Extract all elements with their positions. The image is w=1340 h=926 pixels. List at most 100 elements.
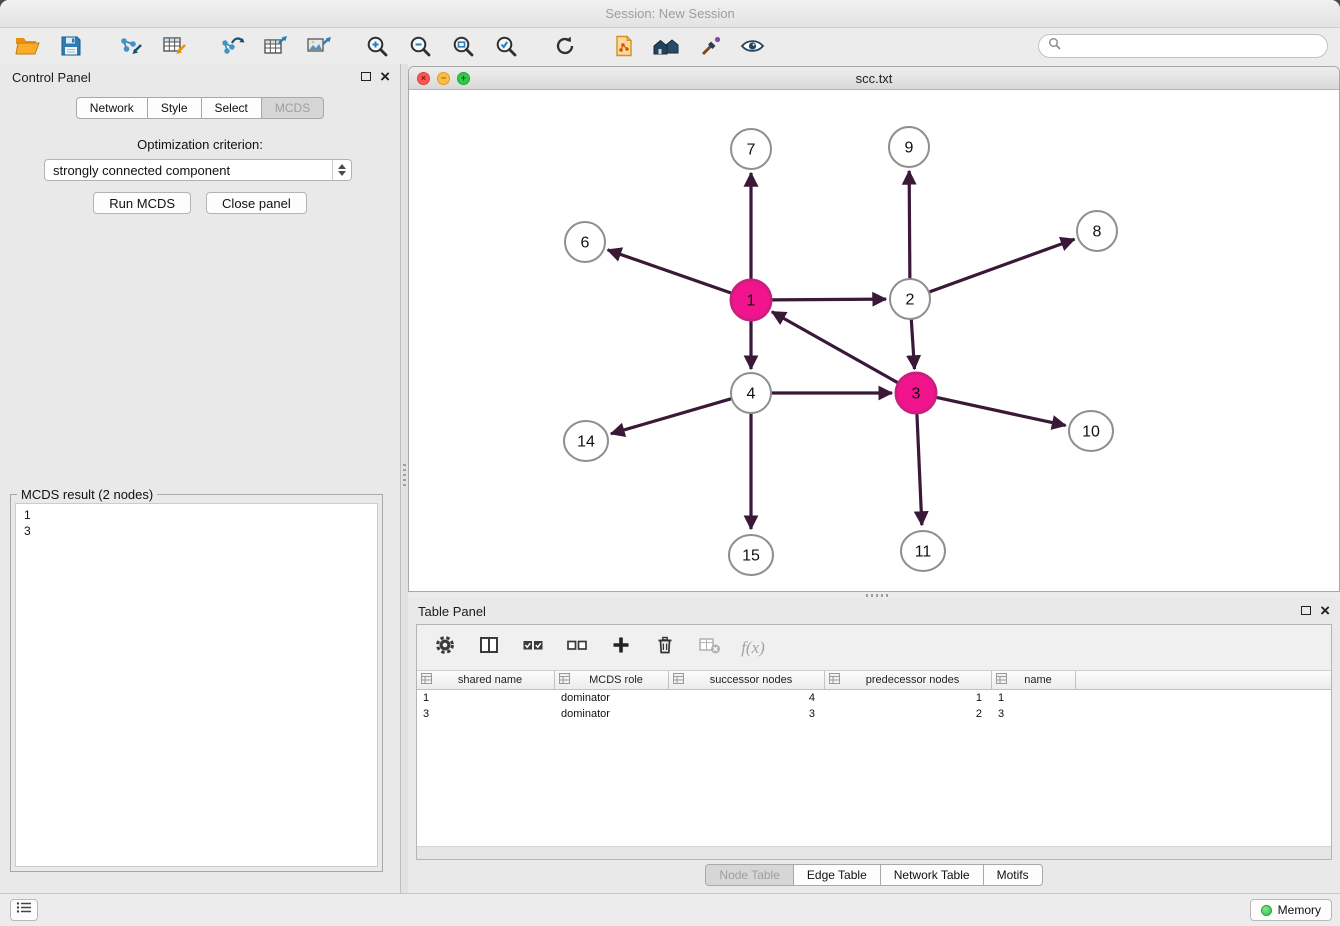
function-builder-button[interactable]: f(x) xyxy=(737,633,769,663)
table-cell[interactable]: 3 xyxy=(669,706,825,722)
graph-edge-4-14[interactable] xyxy=(611,399,732,434)
save-session-button[interactable] xyxy=(49,30,92,62)
select-all-icon xyxy=(522,634,545,661)
tab-network[interactable]: Network xyxy=(76,97,148,119)
column-header-shared-name[interactable]: shared name xyxy=(417,671,555,689)
table-cell[interactable]: dominator xyxy=(555,706,669,722)
zoom-out-button[interactable] xyxy=(398,30,441,62)
task-history-button[interactable] xyxy=(10,899,38,921)
table-header-row: shared name MCDS role successor nodes pr… xyxy=(417,671,1331,690)
table-cell[interactable]: dominator xyxy=(555,690,669,706)
float-panel-icon[interactable] xyxy=(1301,606,1311,615)
table-cell[interactable]: 1 xyxy=(417,690,555,706)
graph-edge-1-6[interactable] xyxy=(608,250,732,293)
import-table-button[interactable] xyxy=(151,30,194,62)
delete-column-button[interactable] xyxy=(649,633,681,663)
network-canvas[interactable]: 7968124314101511 xyxy=(409,91,1339,591)
graph-edge-1-2[interactable] xyxy=(771,299,886,300)
graph-edge-2-9[interactable] xyxy=(909,171,910,279)
table-settings-button[interactable] xyxy=(429,633,461,663)
network-graph[interactable]: 7968124314101511 xyxy=(409,91,1339,591)
memory-button[interactable]: Memory xyxy=(1250,899,1332,921)
graph-node-label: 7 xyxy=(747,142,756,159)
close-panel-icon[interactable]: × xyxy=(1320,605,1330,616)
close-panel-button[interactable]: Close panel xyxy=(206,192,307,214)
column-header-predecessor-nodes[interactable]: predecessor nodes xyxy=(825,671,992,689)
column-header-name[interactable]: name xyxy=(992,671,1076,689)
run-mcds-button[interactable]: Run MCDS xyxy=(93,192,191,214)
graph-edge-2-8[interactable] xyxy=(929,239,1075,292)
zoom-in-button[interactable] xyxy=(355,30,398,62)
show-columns-button[interactable] xyxy=(473,633,505,663)
table-hscrollbar[interactable] xyxy=(417,846,1331,859)
column-header-successor-nodes[interactable]: successor nodes xyxy=(669,671,825,689)
show-hide-details-button[interactable] xyxy=(731,30,774,62)
import-table-icon xyxy=(160,34,186,58)
tab-edge-table[interactable]: Edge Table xyxy=(793,864,881,886)
app-window: Session: New Session xyxy=(0,0,1340,926)
refresh-view-button[interactable] xyxy=(543,30,586,62)
window-title: Session: New Session xyxy=(605,6,734,21)
export-image-icon xyxy=(305,34,331,58)
open-file-button[interactable] xyxy=(6,30,49,62)
table-panel-tabs: Node Table Edge Table Network Table Moti… xyxy=(408,864,1340,886)
splitter-grip xyxy=(403,464,406,486)
paint-button[interactable] xyxy=(688,30,731,62)
column-header-mcds-role[interactable]: MCDS role xyxy=(555,671,669,689)
export-table-button[interactable] xyxy=(253,30,296,62)
zoom-fit-button[interactable] xyxy=(441,30,484,62)
vertical-splitter[interactable] xyxy=(401,64,408,893)
deselect-all-icon xyxy=(566,634,589,661)
zoom-window-button[interactable]: + xyxy=(457,72,470,85)
graph-edge-2-3[interactable] xyxy=(911,319,914,369)
search-field[interactable] xyxy=(1038,34,1328,58)
column-sort-icon xyxy=(829,673,840,687)
select-all-button[interactable] xyxy=(517,633,549,663)
paintbrush-icon xyxy=(698,34,722,58)
search-input[interactable] xyxy=(1066,39,1318,53)
zoom-out-icon xyxy=(408,34,432,58)
columns-icon xyxy=(478,634,500,661)
add-column-button[interactable] xyxy=(605,633,637,663)
mcds-result-list[interactable]: 1 3 xyxy=(15,503,378,867)
table-panel: Table Panel × f(x) xyxy=(408,598,1340,893)
table-row[interactable]: 1 dominator 4 1 1 xyxy=(417,690,1331,706)
tab-style[interactable]: Style xyxy=(147,97,202,119)
close-window-button[interactable]: × xyxy=(417,72,430,85)
graph-edge-3-10[interactable] xyxy=(936,397,1066,425)
window-titlebar[interactable]: Session: New Session xyxy=(0,0,1340,28)
import-network-button[interactable] xyxy=(108,30,151,62)
delete-table-button[interactable] xyxy=(693,633,725,663)
table-cell[interactable]: 1 xyxy=(992,690,1076,706)
export-image-button[interactable] xyxy=(296,30,339,62)
close-panel-icon[interactable]: × xyxy=(380,71,390,82)
graph-edge-3-11[interactable] xyxy=(917,413,922,525)
show-all-button[interactable] xyxy=(645,30,688,62)
tab-motifs[interactable]: Motifs xyxy=(983,864,1043,886)
deselect-all-button[interactable] xyxy=(561,633,593,663)
table-cell[interactable]: 3 xyxy=(992,706,1076,722)
table-cell[interactable]: 2 xyxy=(825,706,992,722)
table-cell[interactable]: 1 xyxy=(825,690,992,706)
table-toolbar: f(x) xyxy=(417,625,1331,671)
tab-network-table[interactable]: Network Table xyxy=(880,864,984,886)
graph-node-label: 10 xyxy=(1082,424,1100,441)
graph-node-label: 15 xyxy=(742,548,760,565)
first-neighbors-button[interactable] xyxy=(602,30,645,62)
tab-node-table[interactable]: Node Table xyxy=(705,864,794,886)
float-panel-icon[interactable] xyxy=(361,72,371,81)
control-panel-title: Control Panel xyxy=(12,70,91,85)
table-cell[interactable]: 4 xyxy=(669,690,825,706)
floppy-disk-icon xyxy=(59,34,83,58)
table-cell[interactable]: 3 xyxy=(417,706,555,722)
tab-select[interactable]: Select xyxy=(201,97,262,119)
zoom-selected-button[interactable] xyxy=(484,30,527,62)
dropdown-selected-value: strongly connected component xyxy=(53,163,230,178)
optimization-criterion-select[interactable]: strongly connected component xyxy=(44,159,352,181)
network-window-titlebar[interactable]: × − + scc.txt xyxy=(409,67,1339,90)
export-network-button[interactable] xyxy=(210,30,253,62)
table-row[interactable]: 3 dominator 3 2 3 xyxy=(417,706,1331,722)
tab-mcds[interactable]: MCDS xyxy=(261,97,324,119)
minimize-window-button[interactable]: − xyxy=(437,72,450,85)
graph-edge-3-1[interactable] xyxy=(772,312,899,383)
